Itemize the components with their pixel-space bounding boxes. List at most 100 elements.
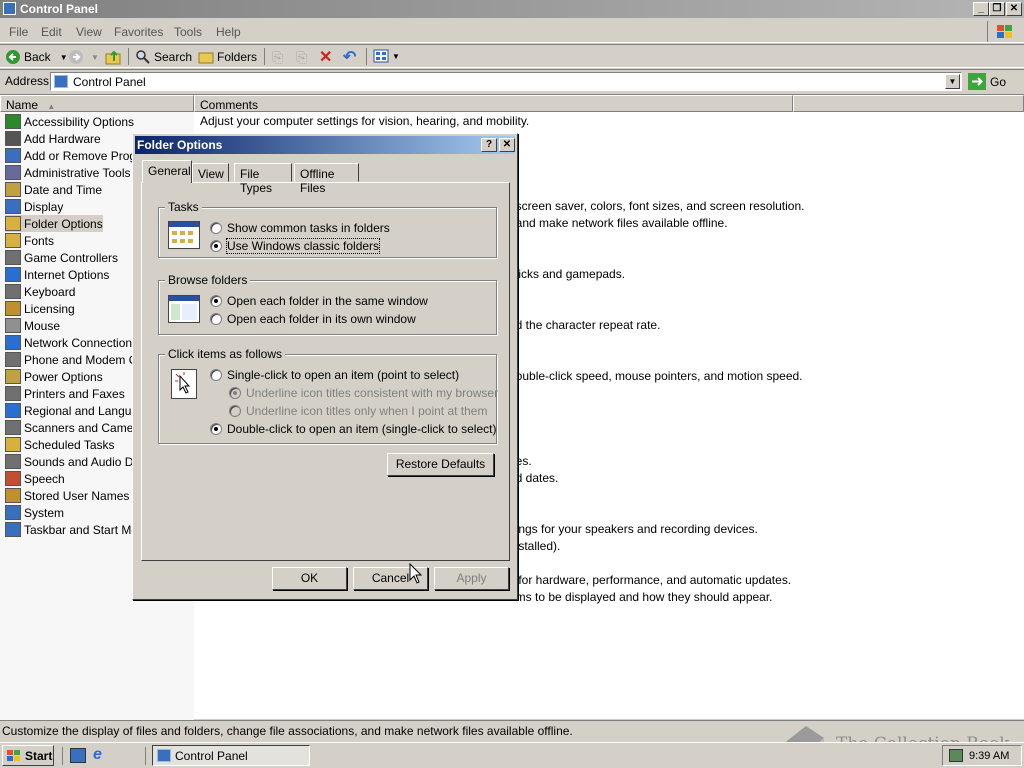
- tasks-classic-option[interactable]: Use Windows classic folders: [210, 238, 381, 254]
- window-title-bar[interactable]: Control Panel _ ❐ ✕: [0, 0, 1024, 18]
- close-button[interactable]: ✕: [1006, 2, 1022, 16]
- column-header-name[interactable]: Name ▲: [0, 95, 194, 112]
- up-folder-button[interactable]: [105, 49, 123, 65]
- help-button[interactable]: ?: [481, 138, 497, 152]
- dialog-title-bar[interactable]: Folder Options ? ✕: [135, 136, 515, 154]
- list-item[interactable]: Administrative Tools: [5, 164, 131, 181]
- radio-underline-point[interactable]: [229, 405, 241, 417]
- item-icon: [5, 250, 21, 265]
- radio-single-click[interactable]: [210, 369, 222, 381]
- menu-file[interactable]: File: [9, 25, 28, 39]
- show-desktop-icon[interactable]: [70, 748, 86, 763]
- list-item[interactable]: Network Connections: [5, 334, 138, 351]
- list-item[interactable]: Taskbar and Start Men: [5, 521, 145, 538]
- radio-own-window[interactable]: [210, 313, 222, 325]
- forward-button[interactable]: ▼: [68, 49, 99, 65]
- minimize-button[interactable]: _: [973, 2, 989, 16]
- list-item[interactable]: Regional and Language: [5, 402, 151, 419]
- item-icon: [5, 386, 21, 401]
- column-header-comments[interactable]: Comments: [194, 95, 793, 112]
- list-item[interactable]: Scheduled Tasks: [5, 436, 115, 453]
- list-item[interactable]: Fonts: [5, 232, 54, 249]
- ok-button[interactable]: OK: [272, 567, 347, 590]
- views-button[interactable]: ▼: [373, 49, 400, 63]
- tasks-group-title: Tasks: [165, 200, 202, 214]
- list-item[interactable]: Date and Time: [5, 181, 102, 198]
- list-item[interactable]: System: [5, 504, 64, 521]
- dialog-title: Folder Options: [137, 138, 223, 152]
- classic-folders-label: Use Windows classic folders: [225, 238, 381, 254]
- list-item[interactable]: Game Controllers: [5, 249, 118, 266]
- list-item[interactable]: Stored User Names an: [5, 487, 146, 504]
- list-item[interactable]: Accessibility Options: [5, 113, 134, 130]
- double-click-option[interactable]: Double-click to open an item (single-cli…: [210, 422, 496, 436]
- restore-defaults-button[interactable]: Restore Defaults: [387, 453, 494, 476]
- item-icon: [5, 352, 21, 367]
- browse-own-window-option[interactable]: Open each folder in its own window: [210, 312, 416, 326]
- list-item[interactable]: Display: [5, 198, 63, 215]
- address-dropdown-button[interactable]: ▼: [945, 74, 960, 89]
- copy-to-icon[interactable]: ⎘: [296, 49, 307, 66]
- browse-same-window-option[interactable]: Open each folder in the same window: [210, 294, 428, 308]
- item-icon: [5, 403, 21, 418]
- tab-general[interactable]: General: [142, 160, 192, 183]
- underline-browser-option[interactable]: Underline icon titles consistent with my…: [229, 386, 498, 400]
- tab-file-types[interactable]: File Types: [234, 163, 292, 195]
- back-button[interactable]: Back ▼: [5, 49, 68, 65]
- underline-point-option[interactable]: Underline icon titles only when I point …: [229, 404, 487, 418]
- network-tray-icon[interactable]: [949, 749, 963, 762]
- list-item[interactable]: Add or Remove Progra: [5, 147, 147, 164]
- folders-button[interactable]: Folders: [198, 49, 257, 65]
- start-button[interactable]: Start: [2, 745, 54, 766]
- comment-cell: , and make network files available offli…: [509, 216, 728, 230]
- tab-offline-files[interactable]: Offline Files: [294, 163, 359, 195]
- list-item[interactable]: Add Hardware: [5, 130, 101, 147]
- menu-edit[interactable]: Edit: [41, 25, 62, 39]
- list-item[interactable]: Sounds and Audio Dev: [5, 453, 146, 470]
- radio-same-window[interactable]: [210, 295, 222, 307]
- search-button[interactable]: Search: [135, 49, 192, 65]
- delete-icon[interactable]: ✕: [319, 47, 332, 67]
- list-item[interactable]: Scanners and Cameras: [5, 419, 150, 436]
- list-item[interactable]: Internet Options: [5, 266, 109, 283]
- internet-explorer-icon[interactable]: e: [93, 746, 102, 764]
- menu-tools[interactable]: Tools: [174, 25, 202, 39]
- address-input[interactable]: Control Panel ▼: [50, 72, 962, 91]
- tab-view[interactable]: View: [192, 163, 229, 182]
- menu-help[interactable]: Help: [216, 25, 241, 39]
- single-click-option[interactable]: Single-click to open an item (point to s…: [210, 368, 459, 382]
- list-item[interactable]: Phone and Modem Opt: [5, 351, 148, 368]
- radio-underline-browser[interactable]: [229, 387, 241, 399]
- mouse-cursor-icon: [409, 563, 423, 584]
- tasks-show-common-option[interactable]: Show common tasks in folders: [210, 221, 390, 235]
- maximize-button[interactable]: ❐: [989, 2, 1005, 16]
- menu-view[interactable]: View: [76, 25, 102, 39]
- list-item[interactable]: Keyboard: [5, 283, 75, 300]
- dialog-close-button[interactable]: ✕: [499, 138, 515, 152]
- radio-classic-folders[interactable]: [210, 240, 222, 252]
- move-to-icon[interactable]: ⎘: [272, 49, 283, 66]
- go-button[interactable]: Go: [968, 73, 1006, 90]
- item-icon: [5, 148, 21, 163]
- apply-button[interactable]: Apply: [434, 567, 509, 590]
- clock[interactable]: 9:39 AM: [969, 750, 1009, 762]
- list-item[interactable]: Power Options: [5, 368, 103, 385]
- list-item[interactable]: Folder Options: [5, 215, 103, 232]
- list-item[interactable]: Mouse: [5, 317, 60, 334]
- comment-cell: Adjust your computer settings for vision…: [200, 114, 530, 128]
- list-item[interactable]: Printers and Faxes: [5, 385, 125, 402]
- list-item-label: Add or Remove Progra: [24, 148, 147, 163]
- column-header-blank: [793, 95, 1024, 112]
- list-item-label: Display: [24, 199, 64, 214]
- folder-icon: [198, 52, 214, 64]
- radio-double-click[interactable]: [210, 423, 222, 435]
- undo-icon[interactable]: ↶: [343, 47, 356, 67]
- list-item[interactable]: Speech: [5, 470, 65, 487]
- radio-show-common-tasks[interactable]: [210, 222, 222, 234]
- menu-favorites[interactable]: Favorites: [114, 25, 163, 39]
- list-item-label: Phone and Modem Opt: [24, 352, 149, 367]
- item-icon: [5, 114, 21, 129]
- taskbar-control-panel-button[interactable]: Control Panel: [152, 745, 310, 766]
- list-item[interactable]: Licensing: [5, 300, 75, 317]
- underline-browser-label: Underline icon titles consistent with my…: [246, 386, 499, 400]
